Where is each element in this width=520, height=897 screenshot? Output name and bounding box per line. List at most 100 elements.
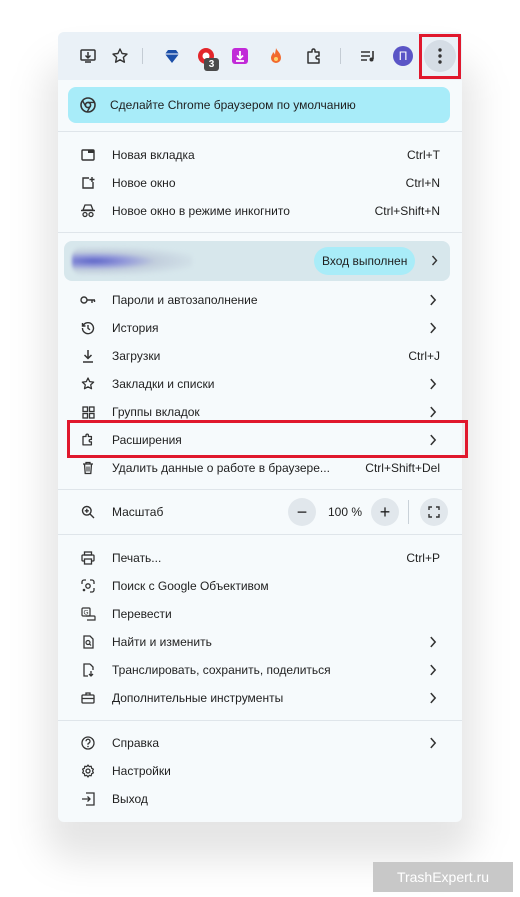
menu-item-translate[interactable]: G Перевести (58, 600, 462, 628)
menu-item-label: Найти и изменить (112, 635, 212, 649)
menu-item-new-tab[interactable]: Новая вкладка Ctrl+T (58, 141, 462, 169)
chevron-right-icon (430, 378, 437, 390)
menu-item-history[interactable]: История (58, 314, 462, 342)
menu-item-new-window[interactable]: Новое окно Ctrl+N (58, 169, 462, 197)
bookmark-star-icon[interactable] (108, 44, 132, 68)
menu-item-incognito[interactable]: Новое окно в режиме инкогнито Ctrl+Shift… (58, 197, 462, 225)
menu-item-label: Настройки (112, 764, 171, 778)
menu-item-label: Удалить данные о работе в браузере... (112, 461, 330, 475)
shortcut-label: Ctrl+Shift+Del (365, 461, 440, 475)
translate-icon: G (80, 606, 96, 622)
menu-item-label: Закладки и списки (112, 377, 215, 391)
profile-avatar[interactable]: П (393, 46, 413, 66)
zoom-value: 100 % (327, 505, 363, 519)
set-default-browser-button[interactable]: Сделайте Chrome браузером по умолчанию (68, 87, 450, 123)
media-queue-icon[interactable] (356, 44, 380, 68)
chevron-right-icon (430, 737, 437, 749)
menu-item-print[interactable]: Печать... Ctrl+P (58, 544, 462, 572)
new-window-icon (80, 175, 96, 191)
zoom-row: Масштаб (58, 498, 462, 526)
trash-icon (80, 460, 96, 476)
chevron-right-icon (430, 294, 437, 306)
zoom-out-button[interactable]: − (288, 498, 316, 526)
extensions-highlight (67, 420, 468, 458)
menu-item-label: Печать... (112, 551, 162, 565)
menu-item-label: Новое окно в режиме инкогнито (112, 204, 290, 218)
chrome-logo-icon (80, 97, 96, 113)
extension-download-icon[interactable] (228, 44, 252, 68)
menu-item-help[interactable]: Справка (58, 729, 462, 757)
incognito-icon (80, 203, 96, 219)
menu-divider (58, 131, 462, 132)
history-icon (80, 320, 96, 336)
key-icon (80, 292, 96, 308)
profile-row[interactable]: Вход выполнен (64, 241, 450, 281)
help-icon (80, 735, 96, 751)
menu-item-label: История (112, 321, 159, 335)
menu-item-more-tools[interactable]: Дополнительные инструменты (58, 684, 462, 712)
lens-icon (80, 578, 96, 594)
install-app-icon[interactable] (76, 44, 100, 68)
shortcut-label: Ctrl+N (405, 176, 440, 190)
promo-text: Сделайте Chrome браузером по умолчанию (110, 98, 356, 112)
menu-item-label: Новое окно (112, 176, 176, 190)
extensions-puzzle-icon[interactable] (302, 44, 326, 68)
menu-item-label: Поиск с Google Объективом (112, 579, 269, 593)
menu-item-passwords[interactable]: Пароли и автозаполнение (58, 286, 462, 314)
zoom-in-button[interactable]: + (371, 498, 399, 526)
chevron-right-icon (430, 692, 437, 704)
menu-item-label: Транслировать, сохранить, поделиться (112, 663, 331, 677)
chevron-right-icon (430, 664, 437, 676)
browser-toolbar: 3 П (58, 32, 462, 80)
cast-save-share-icon (80, 662, 96, 678)
find-icon (80, 634, 96, 650)
star-icon (80, 376, 96, 392)
chevron-right-icon (430, 406, 437, 418)
signed-in-badge: Вход выполнен (314, 247, 416, 275)
chevron-right-icon (430, 322, 437, 334)
settings-icon (80, 763, 96, 779)
menu-button-highlight (419, 34, 461, 79)
toolbar-separator (340, 48, 341, 64)
extension-fire-icon[interactable] (264, 44, 288, 68)
menu-item-clear-data[interactable]: Удалить данные о работе в браузере... Ct… (58, 454, 462, 482)
menu-item-downloads[interactable]: Загрузки Ctrl+J (58, 342, 462, 370)
menu-item-label: Справка (112, 736, 160, 750)
download-icon (80, 348, 96, 364)
watermark: TrashExpert.ru (373, 862, 513, 892)
toolbar-separator (142, 48, 143, 64)
menu-item-label: Новая вкладка (112, 148, 195, 162)
extension-heart-icon[interactable] (160, 44, 184, 68)
menu-item-google-lens[interactable]: Поиск с Google Объективом (58, 572, 462, 600)
menu-item-find-edit[interactable]: Найти и изменить (58, 628, 462, 656)
menu-item-label: Загрузки (112, 349, 161, 363)
fullscreen-button[interactable] (420, 498, 448, 526)
svg-text:G: G (83, 610, 88, 617)
menu-item-label: Перевести (112, 607, 172, 621)
menu-item-label: Дополнительные инструменты (112, 691, 284, 705)
menu-divider (58, 534, 462, 535)
shortcut-label: Ctrl+T (407, 148, 440, 162)
profile-avatar-blurred (72, 247, 192, 275)
exit-icon (80, 791, 96, 807)
menu-divider (58, 489, 462, 490)
menu-divider (58, 232, 462, 233)
chevron-right-icon (430, 636, 437, 648)
zoom-icon (80, 504, 96, 520)
menu-item-cast-save-share[interactable]: Транслировать, сохранить, поделиться (58, 656, 462, 684)
menu-divider (58, 720, 462, 721)
menu-item-settings[interactable]: Настройки (58, 757, 462, 785)
zoom-separator (408, 500, 409, 524)
menu-item-exit[interactable]: Выход (58, 785, 462, 813)
zoom-label: Масштаб (112, 505, 164, 519)
menu-item-label: Группы вкладок (112, 405, 200, 419)
extension-badge: 3 (204, 58, 219, 71)
menu-item-bookmarks[interactable]: Закладки и списки (58, 370, 462, 398)
tab-groups-icon (80, 404, 96, 420)
toolbox-icon (80, 690, 96, 706)
fullscreen-icon (428, 506, 440, 518)
menu-item-label: Выход (112, 792, 148, 806)
menu-item-label: Пароли и автозаполнение (112, 293, 258, 307)
shortcut-label: Ctrl+Shift+N (374, 204, 440, 218)
shortcut-label: Ctrl+P (406, 551, 440, 565)
